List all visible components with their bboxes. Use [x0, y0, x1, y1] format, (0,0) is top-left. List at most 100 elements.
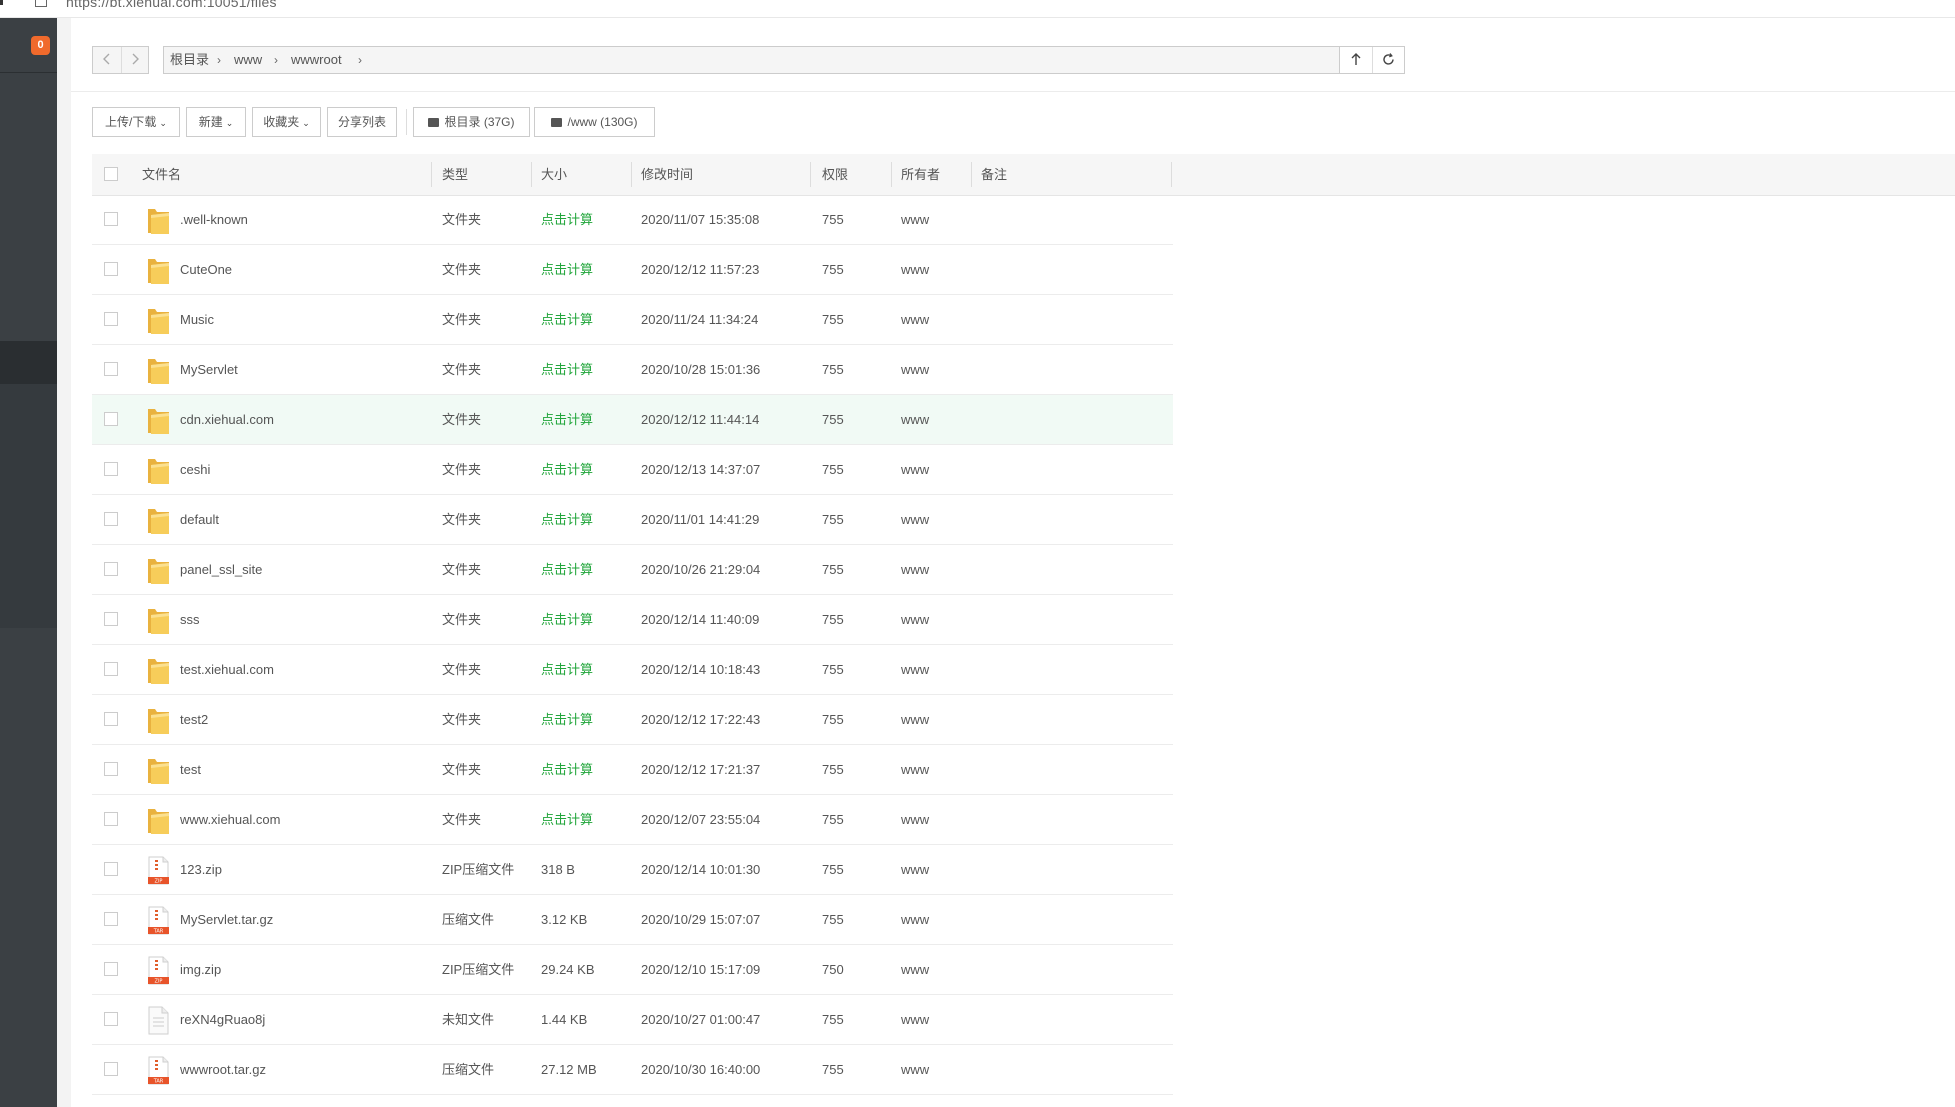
- file-permission[interactable]: 755: [822, 195, 844, 244]
- row-checkbox[interactable]: [104, 512, 118, 526]
- file-owner[interactable]: www: [901, 645, 929, 694]
- file-owner[interactable]: www: [901, 745, 929, 794]
- row-checkbox[interactable]: [104, 912, 118, 926]
- file-owner[interactable]: www: [901, 695, 929, 744]
- sidebar-menu-group[interactable]: [0, 384, 57, 628]
- file-size[interactable]: 点击计算: [541, 345, 593, 394]
- table-row[interactable]: ZIP img.zip ZIP压缩文件 29.24 KB 2020/12/10 15:1…: [92, 945, 1173, 995]
- row-checkbox[interactable]: [104, 412, 118, 426]
- table-row[interactable]: www.xiehual.com 文件夹 点击计算 2020/12/07 23:55:0…: [92, 795, 1173, 845]
- file-name[interactable]: MyServlet.tar.gz: [180, 895, 273, 944]
- file-owner[interactable]: www: [901, 495, 929, 544]
- row-checkbox[interactable]: [104, 1062, 118, 1076]
- url-text[interactable]: https://bt.xiehual.com:10051/files: [66, 0, 277, 10]
- folder-icon[interactable]: [147, 506, 170, 535]
- row-checkbox[interactable]: [104, 862, 118, 876]
- folder-icon[interactable]: [147, 806, 170, 835]
- file-size[interactable]: 点击计算: [541, 245, 593, 294]
- notification-badge[interactable]: 0: [31, 36, 50, 55]
- file-permission[interactable]: 755: [822, 345, 844, 394]
- file-owner[interactable]: www: [901, 345, 929, 394]
- file-size[interactable]: 点击计算: [541, 595, 593, 644]
- file-permission[interactable]: 755: [822, 995, 844, 1044]
- breadcrumb-www[interactable]: www: [234, 47, 262, 73]
- file-permission[interactable]: 755: [822, 395, 844, 444]
- file-name[interactable]: Music: [180, 295, 214, 344]
- sidebar-item-files[interactable]: [0, 341, 57, 384]
- folder-icon[interactable]: [147, 306, 170, 335]
- upload-download-button[interactable]: 上传/下载 ⌄: [92, 107, 180, 137]
- file-name[interactable]: cdn.xiehual.com: [180, 395, 274, 444]
- file-owner[interactable]: www: [901, 195, 929, 244]
- file-name[interactable]: sss: [180, 595, 200, 644]
- breadcrumb-wwwroot[interactable]: wwwroot: [291, 47, 342, 73]
- file-size[interactable]: 点击计算: [541, 695, 593, 744]
- file-permission[interactable]: 755: [822, 245, 844, 294]
- table-row[interactable]: test.xiehual.com 文件夹 点击计算 2020/12/14 10:18:…: [92, 645, 1173, 695]
- archive-file-icon[interactable]: TAR: [147, 1056, 170, 1085]
- folder-icon[interactable]: [147, 656, 170, 685]
- row-checkbox[interactable]: [104, 612, 118, 626]
- table-row[interactable]: test 文件夹 点击计算 2020/12/12 17:21:37 755 www: [92, 745, 1173, 795]
- file-owner[interactable]: www: [901, 895, 929, 944]
- file-name[interactable]: .well-known: [180, 195, 248, 244]
- table-row[interactable]: MyServlet 文件夹 点击计算 2020/10/28 15:01:36 755 ww…: [92, 345, 1173, 395]
- back-button[interactable]: [93, 47, 122, 73]
- favorites-button[interactable]: 收藏夹 ⌄: [252, 107, 321, 137]
- table-row[interactable]: .well-known 文件夹 点击计算 2020/11/07 15:35:08 755…: [92, 195, 1173, 245]
- row-checkbox[interactable]: [104, 362, 118, 376]
- table-row[interactable]: cdn.xiehual.com 文件夹 点击计算 2020/12/12 11:44:1…: [92, 395, 1173, 445]
- file-size[interactable]: 点击计算: [541, 495, 593, 544]
- file-owner[interactable]: www: [901, 445, 929, 494]
- file-owner[interactable]: www: [901, 845, 929, 894]
- row-checkbox[interactable]: [104, 762, 118, 776]
- file-owner[interactable]: www: [901, 1045, 929, 1094]
- row-checkbox[interactable]: [104, 262, 118, 276]
- file-owner[interactable]: www: [901, 795, 929, 844]
- row-checkbox[interactable]: [104, 712, 118, 726]
- file-permission[interactable]: 755: [822, 795, 844, 844]
- table-row[interactable]: TAR MyServlet.tar.gz 压缩文件 3.12 KB 2020/10/29…: [92, 895, 1173, 945]
- file-name[interactable]: ceshi: [180, 445, 210, 494]
- column-header-size[interactable]: 大小: [541, 154, 567, 195]
- row-checkbox[interactable]: [104, 962, 118, 976]
- file-icon[interactable]: [147, 1006, 170, 1035]
- file-name[interactable]: test2: [180, 695, 208, 744]
- table-row[interactable]: ceshi 文件夹 点击计算 2020/12/13 14:37:07 755 www: [92, 445, 1173, 495]
- table-row[interactable]: sss 文件夹 点击计算 2020/12/14 11:40:09 755 www: [92, 595, 1173, 645]
- file-name[interactable]: wwwroot.tar.gz: [180, 1045, 266, 1094]
- file-name[interactable]: test: [180, 745, 201, 794]
- file-name[interactable]: default: [180, 495, 219, 544]
- table-row[interactable]: test2 文件夹 点击计算 2020/12/12 17:22:43 755 www: [92, 695, 1173, 745]
- column-header-name[interactable]: 文件名: [142, 154, 181, 195]
- file-size[interactable]: 点击计算: [541, 445, 593, 494]
- file-name[interactable]: test.xiehual.com: [180, 645, 274, 694]
- browser-url-bar[interactable]: https://bt.xiehual.com:10051/files: [0, 0, 1955, 18]
- file-permission[interactable]: 755: [822, 1045, 844, 1094]
- file-size[interactable]: 点击计算: [541, 745, 593, 794]
- column-header-mtime[interactable]: 修改时间: [641, 154, 693, 195]
- file-size[interactable]: 点击计算: [541, 295, 593, 344]
- file-name[interactable]: 123.zip: [180, 845, 222, 894]
- column-header-type[interactable]: 类型: [442, 154, 468, 195]
- file-owner[interactable]: www: [901, 595, 929, 644]
- forward-button[interactable]: [121, 47, 149, 73]
- folder-icon[interactable]: [147, 706, 170, 735]
- file-size[interactable]: 点击计算: [541, 645, 593, 694]
- archive-file-icon[interactable]: ZIP: [147, 956, 170, 985]
- column-header-owner[interactable]: 所有者: [901, 154, 940, 195]
- disk-root-button[interactable]: 根目录 (37G): [413, 107, 530, 137]
- file-permission[interactable]: 755: [822, 445, 844, 494]
- table-row[interactable]: panel_ssl_site 文件夹 点击计算 2020/10/26 21:29:04…: [92, 545, 1173, 595]
- file-permission[interactable]: 755: [822, 545, 844, 594]
- row-checkbox[interactable]: [104, 1012, 118, 1026]
- file-name[interactable]: panel_ssl_site: [180, 545, 262, 594]
- table-row[interactable]: TAR wwwroot.tar.gz 压缩文件 27.12 MB 2020/10/30 …: [92, 1045, 1173, 1095]
- file-permission[interactable]: 755: [822, 695, 844, 744]
- table-row[interactable]: ZIP 123.zip ZIP压缩文件 318 B 2020/12/14 10:01:3…: [92, 845, 1173, 895]
- file-name[interactable]: www.xiehual.com: [180, 795, 280, 844]
- file-name[interactable]: img.zip: [180, 945, 221, 994]
- row-checkbox[interactable]: [104, 212, 118, 226]
- row-checkbox[interactable]: [104, 312, 118, 326]
- file-size[interactable]: 点击计算: [541, 395, 593, 444]
